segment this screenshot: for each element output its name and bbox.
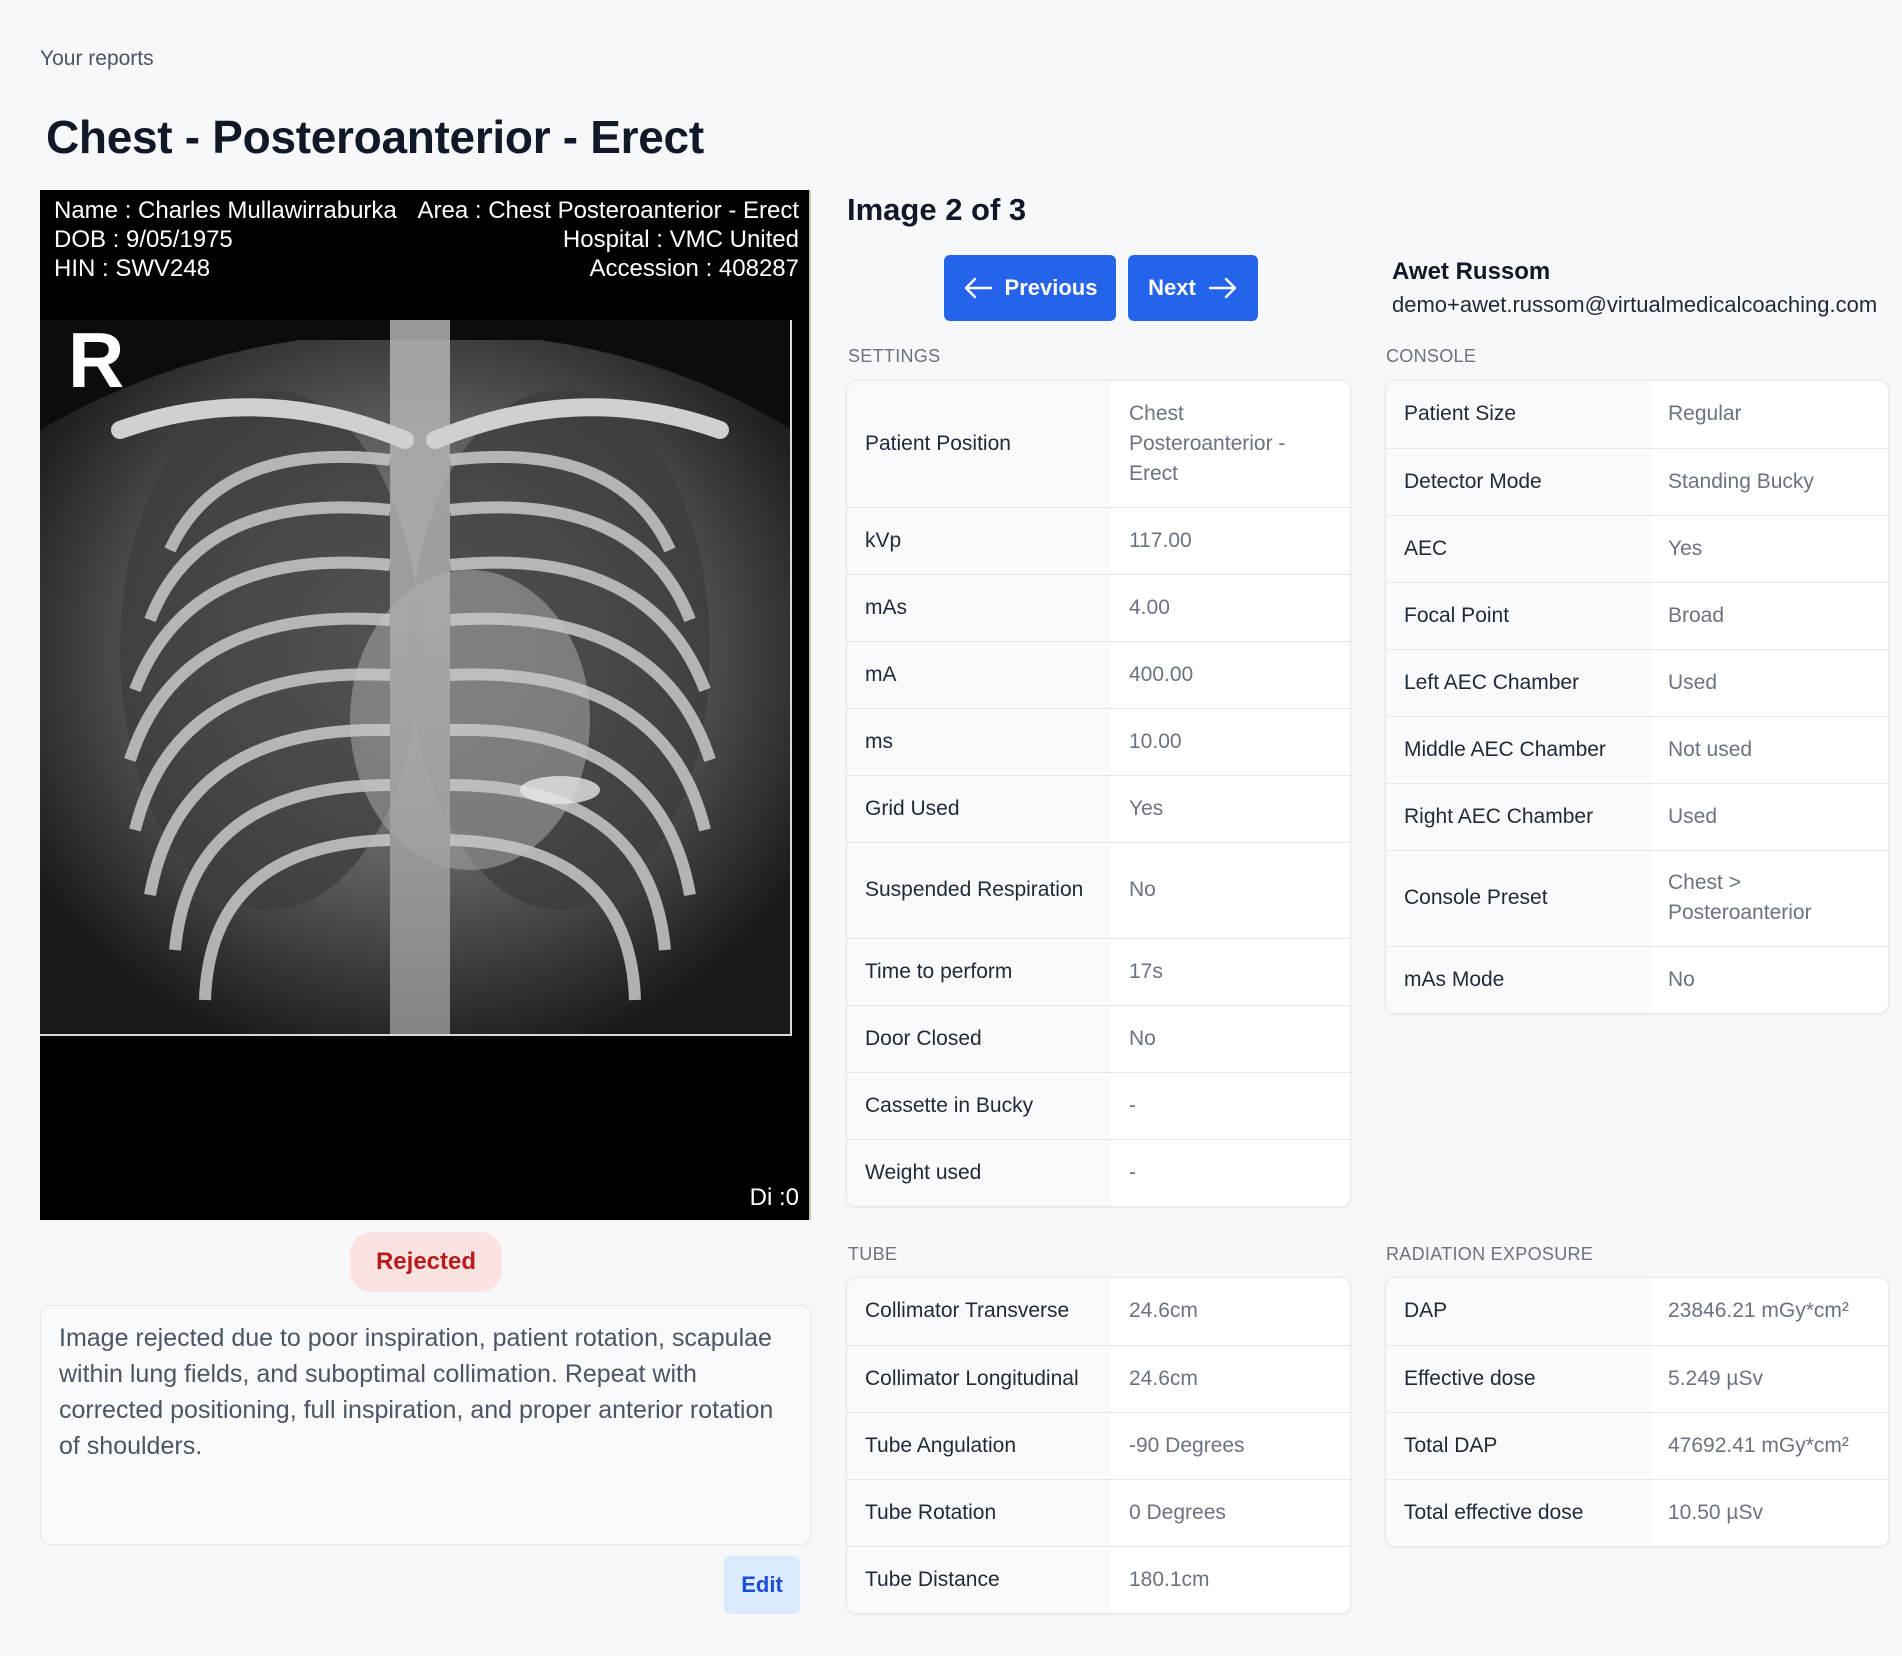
console-value: Yes xyxy=(1650,515,1888,583)
console-value: Not used xyxy=(1650,716,1888,784)
xray-viewer[interactable]: Name : Charles Mullawirraburka DOB : 9/0… xyxy=(40,190,811,1220)
tube-value: 24.6cm xyxy=(1111,1278,1350,1346)
tube-table: Collimator Transverse 24.6cm Collimator L… xyxy=(846,1277,1351,1614)
study-accession: Accession : 408287 xyxy=(589,255,799,282)
settings-table: Patient Position Chest Posteroanterior - … xyxy=(846,380,1351,1207)
settings-key: ms xyxy=(847,708,1111,776)
image-counter: Image 2 of 3 xyxy=(847,192,1027,227)
console-value: No xyxy=(1650,946,1888,1013)
xray-image xyxy=(40,320,792,1036)
console-key: mAs Mode xyxy=(1386,946,1650,1013)
radiation-table: DAP 23846.21 mGy*cm² Effective dose 5.249 … xyxy=(1385,1277,1889,1547)
edit-button[interactable]: Edit xyxy=(724,1556,800,1614)
tube-value: 180.1cm xyxy=(1111,1546,1350,1613)
settings-key: Door Closed xyxy=(847,1005,1111,1073)
di-readout: Di :0 xyxy=(749,1184,799,1211)
settings-value: 10.00 xyxy=(1111,708,1350,776)
radiation-key: Total effective dose xyxy=(1386,1479,1650,1546)
settings-value: No xyxy=(1111,1005,1350,1073)
user-email: demo+awet.russom@virtualmedicalcoaching.… xyxy=(1392,292,1878,317)
console-value: Chest > Posteroanterior xyxy=(1650,850,1888,947)
tube-key: Collimator Longitudinal xyxy=(847,1345,1111,1413)
console-key: Patient Size xyxy=(1386,381,1650,449)
console-value: Used xyxy=(1650,783,1888,851)
console-key: Middle AEC Chamber xyxy=(1386,716,1650,784)
settings-key: Time to perform xyxy=(847,938,1111,1006)
settings-value: Yes xyxy=(1111,775,1350,843)
settings-heading: SETTINGS xyxy=(848,346,941,366)
patient-hin: HIN : SWV248 xyxy=(54,255,211,282)
patient-info-overlay: Name : Charles Mullawirraburka DOB : 9/0… xyxy=(54,196,397,283)
tube-key: Tube Rotation xyxy=(847,1479,1111,1547)
previous-button[interactable]: Previous xyxy=(944,255,1116,321)
tube-value: 24.6cm xyxy=(1111,1345,1350,1413)
settings-key: Weight used xyxy=(847,1139,1111,1206)
tube-heading: TUBE xyxy=(848,1244,898,1264)
settings-key: Cassette in Bucky xyxy=(847,1072,1111,1140)
settings-key: kVp xyxy=(847,507,1111,575)
side-marker: R xyxy=(68,316,125,404)
settings-value: 400.00 xyxy=(1111,641,1350,709)
console-value: Regular xyxy=(1650,381,1888,449)
settings-value: 4.00 xyxy=(1111,574,1350,642)
radiation-value: 23846.21 mGy*cm² xyxy=(1650,1278,1888,1346)
console-key: Console Preset xyxy=(1386,850,1650,947)
tube-key: Tube Distance xyxy=(847,1546,1111,1613)
next-button[interactable]: Next xyxy=(1128,255,1258,321)
settings-value: - xyxy=(1111,1139,1350,1206)
status-badge: Rejected xyxy=(350,1232,502,1292)
console-heading: CONSOLE xyxy=(1386,346,1477,366)
next-label: Next xyxy=(1148,275,1196,300)
settings-key: mA xyxy=(847,641,1111,709)
page-title: Chest - Posteroanterior - Erect xyxy=(46,111,704,163)
console-key: Detector Mode xyxy=(1386,448,1650,516)
console-value: Standing Bucky xyxy=(1650,448,1888,516)
settings-value: No xyxy=(1111,842,1350,939)
settings-value: - xyxy=(1111,1072,1350,1140)
settings-key: Suspended Respiration xyxy=(847,842,1111,939)
settings-value: Chest Posteroanterior - Erect xyxy=(1111,381,1350,508)
user-name: Awet Russom xyxy=(1392,258,1551,285)
study-hospital: Hospital : VMC United xyxy=(562,226,799,253)
radiation-value: 5.249 µSv xyxy=(1650,1345,1888,1413)
console-value: Broad xyxy=(1650,582,1888,650)
radiation-key: Total DAP xyxy=(1386,1412,1650,1480)
settings-key: Patient Position xyxy=(847,381,1111,508)
tube-value: 0 Degrees xyxy=(1111,1479,1350,1547)
console-table: Patient Size Regular Detector Mode Standin… xyxy=(1385,380,1889,1014)
tube-key: Tube Angulation xyxy=(847,1412,1111,1480)
console-key: AEC xyxy=(1386,515,1650,583)
study-info-overlay: Area : Chest Posteroanterior - Erect Hos… xyxy=(418,196,800,283)
settings-key: mAs xyxy=(847,574,1111,642)
patient-dob: DOB : 9/05/1975 xyxy=(54,226,233,253)
tube-key: Collimator Transverse xyxy=(847,1278,1111,1346)
settings-value: 17s xyxy=(1111,938,1350,1006)
tube-value: -90 Degrees xyxy=(1111,1412,1350,1480)
console-key: Left AEC Chamber xyxy=(1386,649,1650,717)
settings-key: Grid Used xyxy=(847,775,1111,843)
rejection-comment: Image rejected due to poor inspiration, … xyxy=(40,1305,811,1545)
console-key: Right AEC Chamber xyxy=(1386,783,1650,851)
settings-value: 117.00 xyxy=(1111,507,1350,575)
arrow-left-icon xyxy=(963,277,993,299)
patient-name: Name : Charles Mullawirraburka xyxy=(54,197,397,224)
console-key: Focal Point xyxy=(1386,582,1650,650)
arrow-right-icon xyxy=(1208,277,1238,299)
study-area: Area : Chest Posteroanterior - Erect xyxy=(417,197,800,224)
radiation-key: Effective dose xyxy=(1386,1345,1650,1413)
radiation-heading: RADIATION EXPOSURE xyxy=(1386,1244,1594,1264)
radiation-value: 47692.41 mGy*cm² xyxy=(1650,1412,1888,1480)
breadcrumb[interactable]: Your reports xyxy=(40,47,154,71)
radiation-value: 10.50 µSv xyxy=(1650,1479,1888,1546)
radiation-key: DAP xyxy=(1386,1278,1650,1346)
console-value: Used xyxy=(1650,649,1888,717)
previous-label: Previous xyxy=(1004,275,1098,300)
